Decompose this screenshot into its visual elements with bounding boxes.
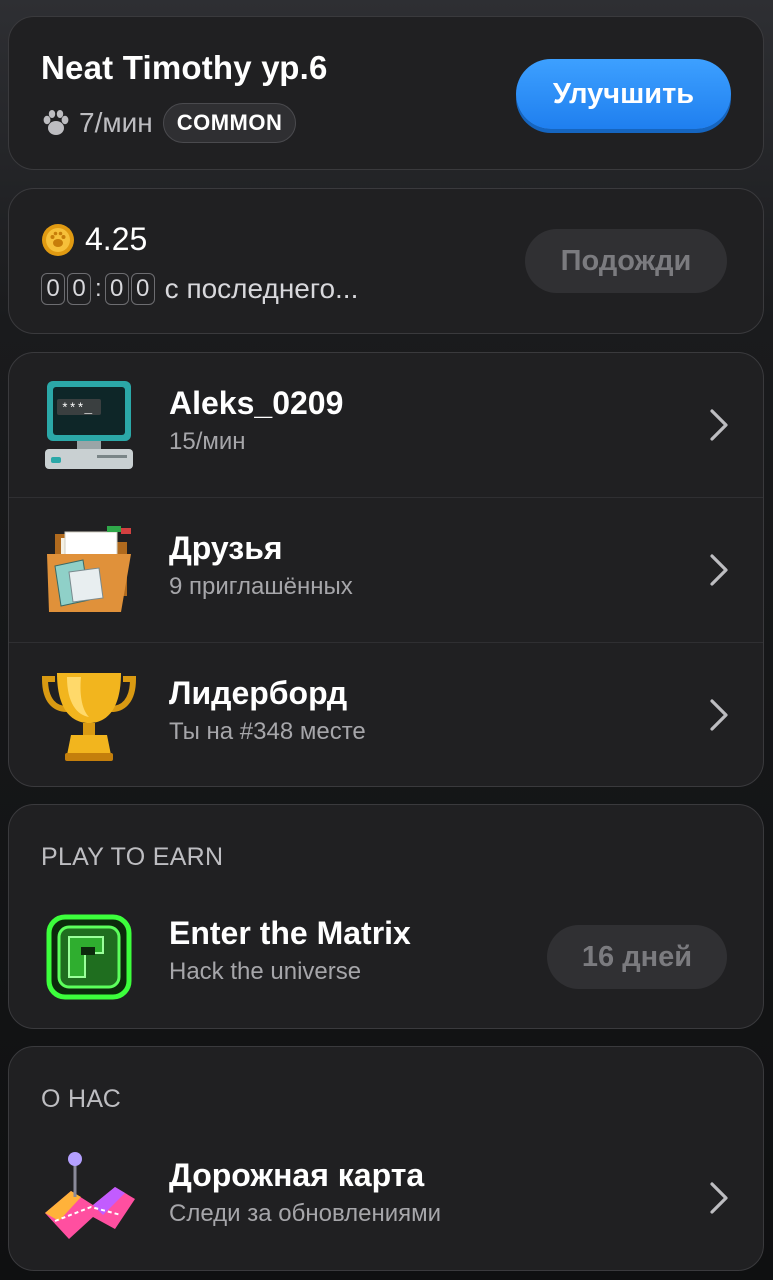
computer-terminal-icon: ***_ bbox=[45, 381, 133, 469]
timer-digit: 0 bbox=[67, 273, 91, 305]
folder-icon bbox=[47, 526, 131, 612]
game-title: Enter the Matrix bbox=[169, 915, 411, 951]
roadmap-icon bbox=[45, 1152, 135, 1239]
about-subtitle: Следи за обновлениями bbox=[169, 1200, 442, 1227]
timer-row: 0 0 : 0 0 с последнего... bbox=[41, 273, 358, 305]
game-item-enter-the-matrix[interactable]: Enter the Matrix Hack the universe 16 дн… bbox=[9, 897, 763, 1017]
chevron-right-icon bbox=[710, 409, 728, 441]
menu-card: ***_ Aleks_0209 15/мин Друзья 9 приглашё… bbox=[8, 352, 764, 787]
timer-separator: : bbox=[95, 275, 102, 302]
pet-card: Neat Timothy ур.6 7/мин COMMON Улучшить bbox=[8, 16, 764, 170]
menu-item-subtitle: 9 приглашённых bbox=[169, 573, 353, 600]
earnings-card: 4.25 0 0 : 0 0 с последнего... Подожди bbox=[8, 188, 764, 334]
play-to-earn-card: PLAY TO EARN Enter the Matrix Hack the u… bbox=[8, 804, 764, 1029]
section-label: PLAY TO EARN bbox=[41, 843, 224, 871]
timer-digit: 0 bbox=[130, 273, 155, 305]
section-label: О НАС bbox=[41, 1085, 122, 1113]
menu-item-friends[interactable]: Друзья 9 приглашённых bbox=[9, 498, 763, 642]
chevron-right-icon bbox=[710, 554, 728, 586]
about-title: Дорожная карта bbox=[169, 1157, 425, 1193]
days-left-button[interactable]: 16 дней bbox=[547, 925, 727, 989]
wait-button[interactable]: Подожди bbox=[525, 229, 727, 293]
matrix-chip-icon bbox=[46, 914, 132, 1000]
about-card: О НАС Дорожная карта Следи за обновления… bbox=[8, 1046, 764, 1271]
timer-digit: 0 bbox=[104, 273, 129, 305]
balance-value: 4.25 bbox=[85, 221, 148, 257]
timer-suffix: с последнего... bbox=[164, 273, 359, 304]
menu-item-profile[interactable]: ***_ Aleks_0209 15/мин bbox=[9, 353, 763, 497]
menu-item-leaderboard[interactable]: Лидерборд Ты на #348 месте bbox=[9, 643, 763, 787]
menu-item-title: Друзья bbox=[169, 530, 283, 566]
chevron-right-icon bbox=[710, 1182, 728, 1214]
game-subtitle: Hack the universe bbox=[169, 958, 362, 985]
menu-item-title: Aleks_0209 bbox=[169, 385, 344, 421]
rarity-badge: COMMON bbox=[162, 103, 297, 143]
timer-digit: 0 bbox=[41, 273, 65, 305]
pet-name-level: Neat Timothy ур.6 bbox=[41, 49, 328, 86]
pet-rate: 7/мин bbox=[79, 107, 153, 138]
coin-icon bbox=[42, 223, 74, 256]
menu-item-subtitle: 15/мин bbox=[169, 428, 246, 455]
balance-row: 4.25 bbox=[41, 221, 147, 258]
chevron-right-icon bbox=[710, 699, 728, 731]
menu-item-title: Лидерборд bbox=[169, 675, 348, 711]
paw-icon bbox=[43, 110, 69, 135]
menu-item-subtitle: Ты на #348 месте bbox=[169, 718, 366, 745]
upgrade-button[interactable]: Улучшить bbox=[516, 59, 731, 129]
trophy-icon bbox=[41, 673, 137, 761]
about-item-roadmap[interactable]: Дорожная карта Следи за обновлениями bbox=[9, 1139, 763, 1259]
pet-rate-row: 7/мин COMMON bbox=[41, 103, 297, 143]
svg-text:***_: ***_ bbox=[61, 401, 92, 416]
